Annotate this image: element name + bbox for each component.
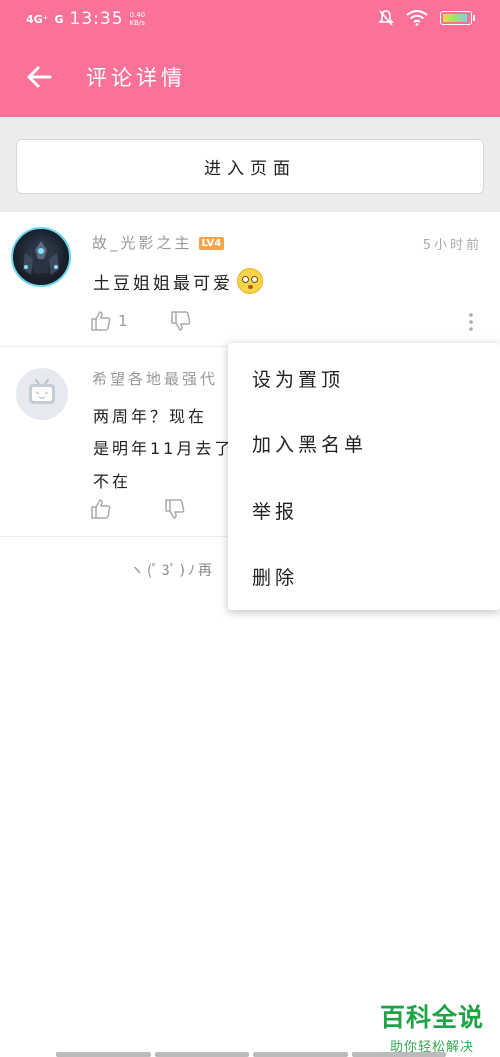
- robot-avatar-icon: [23, 237, 59, 275]
- comment-actions: [90, 498, 186, 520]
- status-right: [378, 9, 475, 27]
- app-header: 评论详情: [0, 38, 500, 117]
- battery-icon: [440, 11, 475, 25]
- like-button[interactable]: 1: [90, 310, 128, 332]
- default-avatar-icon: [29, 379, 55, 404]
- more-vertical-icon: [469, 313, 473, 331]
- clock: 13:35: [69, 9, 124, 29]
- gesture-bar: [56, 1052, 446, 1057]
- network-indicator: 4G⁺: [26, 12, 49, 26]
- arrow-left-icon: [27, 66, 52, 88]
- dislike-button[interactable]: [170, 310, 192, 332]
- menu-item-blacklist[interactable]: 加入黑名单: [252, 430, 367, 457]
- context-menu: 设为置顶 加入黑名单 举报 删除: [228, 343, 500, 610]
- comment-text-line: 两周年？现在: [93, 407, 208, 426]
- status-left: 4G⁺ G 13:35 0.40 KB/s: [26, 9, 145, 29]
- comment-text-content: 土豆姐姐最可爱: [93, 273, 233, 294]
- menu-item-delete[interactable]: 删除: [252, 563, 298, 590]
- thumbs-up-icon: [91, 311, 111, 331]
- dislike-button[interactable]: [164, 498, 186, 520]
- username[interactable]: 故_光影之主 LV4: [92, 232, 225, 253]
- enter-page-button[interactable]: 进入页面: [16, 139, 484, 194]
- comment-text-line: 不在: [93, 472, 132, 491]
- net-speed: 0.40 KB/s: [130, 11, 146, 27]
- wifi-icon: [406, 10, 428, 26]
- net-speed-unit: KB/s: [129, 19, 145, 27]
- flushed-emoji-icon: [237, 268, 263, 294]
- username[interactable]: 希望各地最强代: [92, 368, 218, 389]
- level-badge: LV4: [198, 237, 225, 250]
- more-button[interactable]: [468, 312, 474, 336]
- mute-icon: [378, 10, 394, 26]
- avatar[interactable]: [11, 227, 71, 287]
- avatar[interactable]: [16, 368, 68, 420]
- back-button[interactable]: [22, 60, 56, 94]
- net-speed-value: 0.40: [129, 11, 146, 19]
- like-button[interactable]: [90, 498, 112, 520]
- thumbs-down-icon: [170, 311, 190, 331]
- comment-text: 土豆姐姐最可爱: [93, 268, 263, 294]
- status-bar: 4G⁺ G 13:35 0.40 KB/s: [0, 0, 500, 38]
- load-more-text[interactable]: ヽ(ﾟ3ﾟ)ﾉ再: [130, 560, 215, 580]
- comment-text-line: 是明年11月去了: [93, 439, 234, 458]
- watermark-title: 百科全说: [379, 1003, 484, 1032]
- menu-item-report[interactable]: 举报: [252, 497, 298, 524]
- thumbs-up-icon: [91, 499, 111, 519]
- comment-actions: 1: [90, 310, 192, 332]
- comment-item: 故_光影之主 LV4 5小时前 土豆姐姐最可爱 1: [0, 212, 500, 347]
- menu-item-pin-top[interactable]: 设为置顶: [252, 365, 344, 392]
- username-text: 故_光影之主: [92, 234, 193, 252]
- comment-time: 5小时前: [422, 238, 482, 253]
- network-indicator-2: G: [54, 12, 64, 26]
- like-count: 1: [118, 312, 128, 330]
- thumbs-down-icon: [165, 499, 185, 519]
- page-title: 评论详情: [86, 66, 186, 90]
- watermark: 百科全说 助你轻松解决: [380, 998, 484, 1055]
